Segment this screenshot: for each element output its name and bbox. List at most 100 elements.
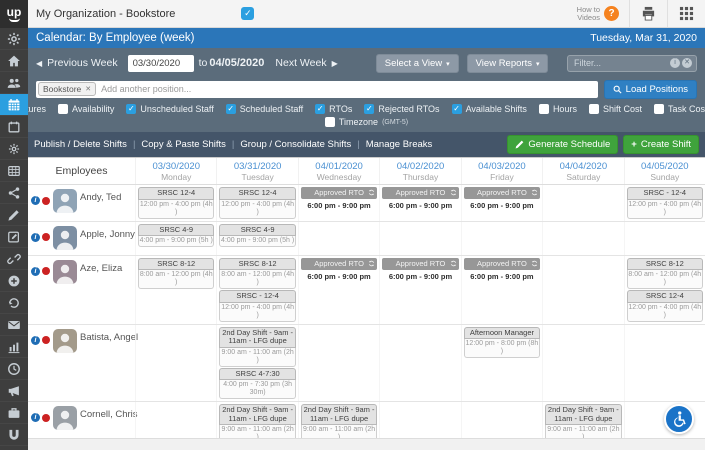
schedule-day-cell[interactable]: SRSC 4-94:00 pm - 9:00 pm (5h ) (216, 222, 297, 255)
apps-grid-icon[interactable] (667, 0, 705, 27)
schedule-day-cell[interactable]: 2nd Day Shift - 9am - 11am - LFG dupe9:0… (216, 402, 297, 438)
sidebar-item-pen[interactable] (0, 204, 28, 226)
sidebar-item-magnet[interactable] (0, 424, 28, 446)
day-date-link[interactable]: 03/31/2020 (217, 161, 297, 172)
checkbox-scheduled-staff[interactable]: ✓Scheduled Staff (226, 104, 303, 114)
info-icon[interactable]: i (31, 413, 40, 422)
accessibility-button[interactable] (664, 404, 694, 434)
start-date-input[interactable] (128, 55, 194, 72)
shift-cell[interactable]: SRSC 8-128:00 am - 12:00 pm (4h ) (627, 258, 703, 290)
sidebar-item-bar-chart[interactable] (0, 336, 28, 358)
sidebar-item-share[interactable] (0, 182, 28, 204)
shift-cell[interactable]: SRSC 4-94:00 pm - 9:00 pm (5h ) (219, 224, 295, 248)
schedule-day-cell[interactable]: Afternoon Manager12:00 pm - 8:00 pm (8h … (461, 325, 542, 402)
schedule-day-cell[interactable]: SRSC 12-412:00 pm - 4:00 pm (4h ) (216, 185, 297, 221)
schedule-day-cell[interactable] (298, 325, 379, 402)
sidebar-item-unlink[interactable] (0, 248, 28, 270)
sidebar-item-plus-circle[interactable] (0, 270, 28, 292)
shift-cell[interactable]: 2nd Day Shift - 9am - 11am - LFG dupe9:0… (219, 327, 295, 367)
sidebar-item-table[interactable] (0, 160, 28, 182)
sidebar-item-edit-square[interactable] (0, 226, 28, 248)
schedule-day-cell[interactable] (379, 325, 460, 402)
sidebar-item-history[interactable] (0, 292, 28, 314)
previous-week-button[interactable]: Previous Week (47, 57, 117, 69)
sidebar-item-gear-small[interactable] (0, 138, 28, 160)
schedule-day-cell[interactable] (542, 222, 623, 255)
sidebar-item-envelope[interactable] (0, 314, 28, 336)
sidebar-item-users[interactable] (0, 72, 28, 94)
employee-name[interactable]: Andy, Ted (80, 192, 121, 203)
schedule-day-cell[interactable] (135, 325, 216, 402)
shift-cell[interactable]: 2nd Day Shift - 9am - 11am - LFG dupe9:0… (545, 404, 621, 438)
schedule-day-cell[interactable]: Approved RTO6:00 pm - 9:00 pm (298, 256, 379, 324)
rto-cell[interactable]: Approved RTO6:00 pm - 9:00 pm (301, 258, 377, 283)
checkbox-shift-cost[interactable]: Shift Cost (589, 104, 642, 114)
schedule-day-cell[interactable] (298, 222, 379, 255)
checkbox-rejected-rtos[interactable]: ✓Rejected RTOs (364, 104, 439, 114)
info-icon[interactable]: i (31, 267, 40, 276)
checkbox-available-shifts[interactable]: ✓Available Shifts (452, 104, 527, 114)
schedule-day-cell[interactable]: SRSC 4-94:00 pm - 9:00 pm (5h ) (135, 222, 216, 255)
schedule-day-cell[interactable]: 2nd Day Shift - 9am - 11am - LFG dupe9:0… (216, 325, 297, 402)
checkbox-hours[interactable]: Hours (539, 104, 577, 114)
schedule-day-cell[interactable]: 2nd Day Shift - 9am - 11am - LFG dupe9:0… (298, 402, 379, 438)
sidebar-item-gear[interactable] (0, 28, 28, 50)
info-icon[interactable]: i (31, 233, 40, 242)
rto-cell[interactable]: Approved RTO6:00 pm - 9:00 pm (464, 187, 540, 212)
shift-cell[interactable]: SRSC 8-128:00 am - 12:00 pm (4h ) (219, 258, 295, 290)
org-selected-checkbox[interactable]: ✓ (241, 7, 254, 20)
shift-cell[interactable]: SRSC 4-94:00 pm - 9:00 pm (5h ) (138, 224, 214, 248)
rto-cell[interactable]: Approved RTO6:00 pm - 9:00 pm (382, 258, 458, 283)
shift-cell[interactable]: 2nd Day Shift - 9am - 11am - LFG dupe9:0… (219, 404, 295, 438)
end-date-label[interactable]: 04/05/2020 (209, 57, 264, 69)
sidebar-item-calendar[interactable] (0, 94, 28, 116)
checkbox-unscheduled-staff[interactable]: ✓Unscheduled Staff (126, 104, 213, 114)
info-icon[interactable]: i (31, 196, 40, 205)
add-position-input[interactable] (96, 84, 596, 94)
org-name[interactable]: My Organization - Bookstore (36, 8, 175, 20)
schedule-day-cell[interactable] (461, 222, 542, 255)
rto-cell[interactable]: Approved RTO6:00 pm - 9:00 pm (464, 258, 540, 283)
schedule-day-cell[interactable]: 2nd Day Shift - 9am - 11am - LFG dupe9:0… (542, 402, 623, 438)
day-date-link[interactable]: 04/04/2020 (543, 161, 623, 172)
shift-cell[interactable]: SRSC 12-412:00 pm - 4:00 pm (4h ) (627, 290, 703, 322)
schedule-day-cell[interactable] (624, 325, 705, 402)
day-date-link[interactable]: 04/03/2020 (462, 161, 542, 172)
shift-cell[interactable]: 2nd Day Shift - 9am - 11am - LFG dupe9:0… (301, 404, 377, 438)
schedule-day-cell[interactable] (542, 325, 623, 402)
checkbox-timezone[interactable]: Timezone (GMT-5) (325, 117, 408, 127)
action-link-manage-breaks[interactable]: Manage Breaks (366, 139, 433, 150)
sidebar-item-home[interactable] (0, 50, 28, 72)
day-date-link[interactable]: 04/01/2020 (299, 161, 379, 172)
next-week-button[interactable]: Next Week (275, 57, 326, 69)
create-shift-button[interactable]: + Create Shift (623, 135, 699, 154)
schedule-day-cell[interactable]: SRSC 8-128:00 am - 12:00 pm (4h ) (135, 256, 216, 324)
shift-cell[interactable]: SRSC 12-412:00 pm - 4:00 pm (4h ) (219, 187, 295, 219)
clear-icon[interactable]: ✕ (682, 58, 692, 68)
schedule-day-cell[interactable]: Approved RTO6:00 pm - 9:00 pm (461, 185, 542, 221)
schedule-day-cell[interactable] (135, 402, 216, 438)
employee-name[interactable]: Cornell, Chris (80, 409, 138, 420)
sidebar-item-calendar-outline[interactable] (0, 116, 28, 138)
checkbox-task-cost[interactable]: Task Cost (654, 104, 705, 114)
schedule-day-cell[interactable] (542, 185, 623, 221)
help-icon[interactable]: ? (604, 6, 619, 21)
checkbox-availability[interactable]: Availability (58, 104, 114, 114)
print-icon[interactable] (629, 0, 667, 27)
schedule-day-cell[interactable] (461, 402, 542, 438)
shift-cell[interactable]: SRSC 12-412:00 pm - 4:00 pm (4h ) (138, 187, 214, 219)
shift-cell[interactable]: SRSC 8-128:00 am - 12:00 pm (4h ) (138, 258, 214, 290)
how-to-videos-label[interactable]: How to Videos (570, 6, 600, 22)
action-link-group-consolidate-shifts[interactable]: Group / Consolidate Shifts (240, 139, 351, 150)
shift-cell[interactable]: Afternoon Manager12:00 pm - 8:00 pm (8h … (464, 327, 540, 359)
shift-cell[interactable]: SRSC - 12-412:00 pm - 4:00 pm (4h ) (219, 290, 295, 322)
select-view-dropdown[interactable]: Select a View▾ (376, 54, 459, 73)
info-icon[interactable]: i (670, 58, 680, 68)
day-date-link[interactable]: 04/02/2020 (380, 161, 460, 172)
action-link-publish-delete-shifts[interactable]: Publish / Delete Shifts (34, 139, 127, 150)
generate-schedule-button[interactable]: Generate Schedule (507, 135, 618, 154)
rto-cell[interactable]: Approved RTO6:00 pm - 9:00 pm (301, 187, 377, 212)
schedule-day-cell[interactable]: Approved RTO6:00 pm - 9:00 pm (298, 185, 379, 221)
shift-cell[interactable]: SRSC 4-7:304:00 pm - 7:30 pm (3h 30m) (219, 368, 295, 400)
sidebar-item-megaphone[interactable] (0, 380, 28, 402)
